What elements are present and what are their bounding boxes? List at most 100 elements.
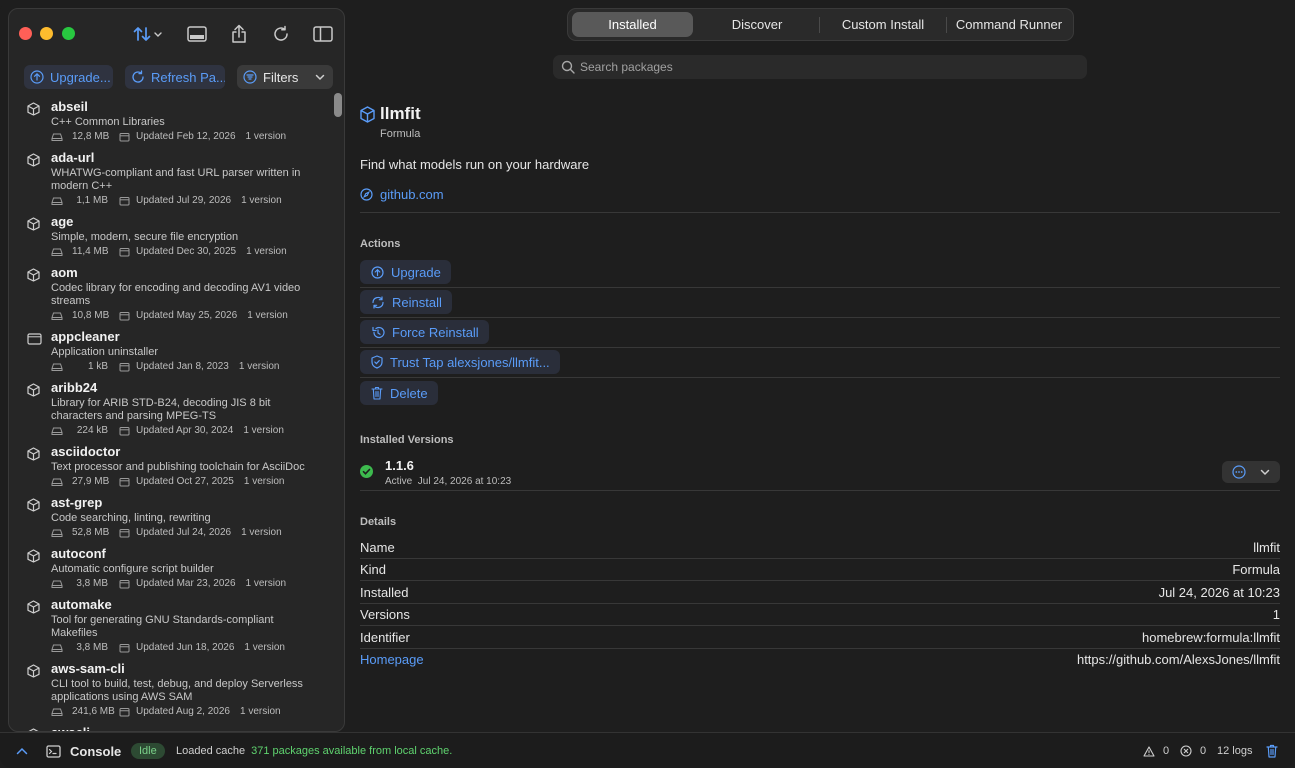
errors-value: 0	[1200, 745, 1207, 757]
zoom-window-button[interactable]	[62, 27, 75, 40]
detail-row-installed: Installed Jul 24, 2026 at 10:23	[360, 581, 1280, 603]
package-list-item[interactable]: asciidoctor Text processor and publishing…	[9, 444, 331, 489]
detail-row-homepage: Homepage https://github.com/AlexsJones/ll…	[360, 648, 1280, 670]
homepage-url[interactable]: https://github.com/AlexsJones/llmfit	[1077, 652, 1280, 667]
package-list-item[interactable]: age Simple, modern, secure file encryptio…	[9, 214, 331, 259]
package-updated: Updated Jun 18, 2026	[136, 642, 235, 653]
package-list-item[interactable]: aom Codec library for encoding and decodi…	[9, 265, 331, 323]
action-row-force-reinstall: Force Reinstall	[360, 318, 1280, 348]
upgrade-all-label: Upgrade...	[50, 69, 111, 85]
search-input[interactable]	[580, 60, 1070, 74]
package-list-item[interactable]: ada-url WHATWG-compliant and fast URL par…	[9, 150, 331, 208]
warnings-count[interactable]: 0	[1143, 733, 1169, 768]
tab-command-runner[interactable]: Command Runner	[947, 12, 1071, 37]
package-size: 11,4 MB	[72, 246, 109, 257]
errors-count[interactable]: 0	[1180, 733, 1206, 768]
app-window: Upgrade... Refresh Pa... Filters abseil C…	[0, 0, 1295, 768]
sort-button[interactable]	[131, 23, 165, 45]
expand-console-button[interactable]	[16, 733, 28, 768]
reinstall-button[interactable]: Reinstall	[360, 290, 452, 314]
tab-discover[interactable]: Discover	[695, 12, 819, 37]
chevron-down-icon	[316, 74, 325, 81]
package-meta: 12,8 MB Updated Feb 12, 2026 1 version	[51, 130, 323, 144]
package-list-item[interactable]: autoconf Automatic configure script build…	[9, 546, 331, 591]
package-size: 3,8 MB	[76, 642, 108, 653]
calendar-icon	[119, 478, 130, 487]
package-list-item[interactable]: abseil C++ Common Libraries 12,8 MB Updated…	[9, 99, 331, 144]
close-window-button[interactable]	[19, 27, 32, 40]
package-version-count: 1 version	[245, 131, 287, 142]
package-list-item[interactable]: aws-sam-cli CLI tool to build, test, debu…	[9, 661, 331, 719]
package-name: aom	[51, 265, 78, 280]
console-toggle[interactable]: Console	[46, 733, 121, 768]
reload-button[interactable]	[270, 23, 292, 45]
package-list-item[interactable]: aribb24 Library for ARIB STD-B24, decodin…	[9, 380, 331, 438]
package-size: 10,8 MB	[72, 310, 110, 321]
status-badge-label: Idle	[131, 743, 165, 759]
share-icon	[232, 24, 246, 43]
version-status: Active	[385, 476, 413, 487]
view-tabs: Installed Discover Custom Install Comman…	[567, 8, 1074, 41]
delete-button[interactable]: Delete	[360, 381, 438, 405]
disk-icon	[51, 644, 63, 652]
action-row-trust-tap: Trust Tap alexsjones/llmfit...	[360, 348, 1280, 378]
filters-dropdown[interactable]: Filters	[237, 65, 333, 89]
trust-tap-button[interactable]: Trust Tap alexsjones/llmfit...	[360, 350, 560, 374]
package-icon	[27, 153, 40, 172]
calendar-icon	[119, 529, 130, 538]
compass-icon	[360, 188, 373, 201]
disk-icon	[51, 529, 63, 537]
details-header: Details	[360, 516, 397, 528]
share-button[interactable]	[228, 23, 250, 45]
detail-row-kind: Kind Formula	[360, 558, 1280, 580]
package-size: 1,1 MB	[76, 195, 108, 206]
package-icon	[27, 664, 40, 683]
logs-count[interactable]: 12 logs	[1217, 733, 1252, 768]
package-name: ast-grep	[51, 495, 103, 510]
package-version-count: 1 version	[243, 476, 285, 487]
upgrade-button[interactable]: Upgrade	[360, 260, 451, 284]
upgrade-all-button[interactable]: Upgrade...	[24, 65, 113, 89]
minimize-window-button[interactable]	[40, 27, 53, 40]
package-list-item[interactable]: appcleaner Application uninstaller 1 kB Upd…	[9, 329, 331, 374]
status-message-prefix: Loaded cache	[176, 745, 246, 757]
package-updated: Updated May 25, 2026	[136, 310, 238, 321]
detail-value: Jul 24, 2026 at 10:23	[1158, 584, 1280, 600]
refresh-packages-button[interactable]: Refresh Pa...	[125, 65, 225, 89]
package-meta: 11,4 MB Updated Dec 30, 2025 1 version	[51, 245, 323, 259]
tab-custom-install[interactable]: Custom Install	[820, 12, 946, 37]
status-badge: Idle	[131, 733, 165, 768]
action-row-reinstall: Reinstall	[360, 288, 1280, 318]
toggle-sidebar-button[interactable]	[312, 23, 334, 45]
package-list-item[interactable]: automake Tool for generating GNU Standard…	[9, 597, 331, 655]
package-description: Tool for generating GNU Standards-compli…	[51, 614, 274, 639]
package-size: 12,8 MB	[72, 131, 110, 142]
package-website-link[interactable]: github.com	[360, 187, 444, 202]
force-reinstall-button[interactable]: Force Reinstall	[360, 320, 489, 344]
tab-installed[interactable]: Installed	[572, 12, 693, 37]
divider	[360, 490, 1280, 491]
package-title: llmfit	[380, 104, 421, 123]
package-version-count: 1 version	[246, 246, 287, 257]
calendar-icon	[119, 363, 130, 372]
sidebar-actions: Upgrade... Refresh Pa... Filters	[24, 65, 334, 89]
package-meta: 3,8 MB Updated Mar 23, 2026 1 version	[51, 577, 323, 591]
detail-row-identifier: Identifier homebrew:formula:llmfit	[360, 626, 1280, 648]
package-name: awscli	[51, 725, 323, 731]
package-version-count: 1 version	[245, 578, 287, 589]
disk-icon	[51, 312, 63, 320]
detail-value: Formula	[1232, 561, 1280, 577]
filters-label: Filters	[263, 69, 299, 85]
package-list-item[interactable]: awscli	[9, 725, 331, 731]
package-meta: 224 kB Updated Apr 30, 2024 1 version	[51, 424, 323, 438]
package-list-item[interactable]: ast-grep Code searching, linting, rewriti…	[9, 495, 331, 540]
homepage-link[interactable]: Homepage	[360, 652, 424, 667]
package-meta: 1 kB Updated Jan 8, 2023 1 version	[51, 360, 323, 374]
package-list-scrollbar[interactable]	[331, 91, 344, 731]
version-number: 1.1.6	[385, 458, 414, 473]
clear-logs-button[interactable]	[1266, 733, 1278, 768]
package-version-count: 1 version	[247, 310, 288, 321]
version-options-menu[interactable]	[1222, 461, 1280, 483]
toggle-console-button[interactable]	[186, 23, 208, 45]
scrollbar-thumb[interactable]	[334, 93, 342, 117]
